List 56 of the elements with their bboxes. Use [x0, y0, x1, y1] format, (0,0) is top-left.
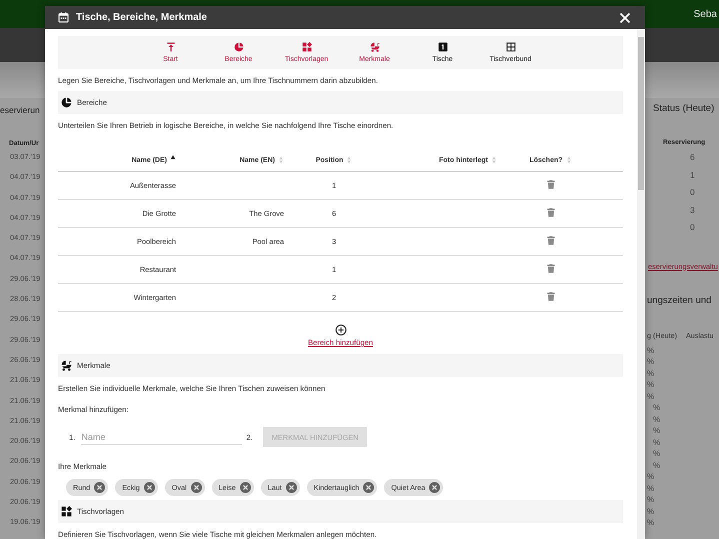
- panel-heading: eservierun: [0, 105, 40, 115]
- grid-icon: [506, 42, 516, 52]
- table-cell-text: %: [647, 495, 656, 506]
- table-cell-text: 3: [689, 204, 696, 216]
- trash-icon: [546, 235, 556, 246]
- table-cell-text: 0: [689, 222, 696, 234]
- trash-icon: [546, 207, 556, 218]
- delete-button[interactable]: [546, 291, 556, 302]
- table-cell-text: %: [652, 438, 662, 448]
- table-cell-text: %: [647, 518, 656, 529]
- table-cell-text: %: [647, 357, 656, 368]
- table-cell-text: %: [652, 449, 662, 460]
- table-cell-text: 0: [689, 187, 696, 199]
- trash-icon: [546, 291, 556, 302]
- remove-icon: [286, 482, 297, 493]
- stroller-icon: [370, 42, 380, 52]
- table-cell-text: %: [647, 380, 656, 391]
- table-cell-text: %: [652, 426, 662, 437]
- table-cell-text: %: [652, 414, 662, 426]
- calendar-icon: [58, 12, 69, 23]
- panel-heading: Status (Heute): [653, 103, 716, 114]
- delete-button[interactable]: [546, 179, 556, 190]
- table-cell-text: %: [647, 484, 656, 494]
- blocks-icon: [302, 42, 312, 52]
- remove-icon: [240, 482, 251, 493]
- remove-icon: [429, 482, 440, 493]
- table-cell-text: %: [647, 392, 656, 402]
- panel-heading: ungszeiten und: [647, 294, 712, 306]
- close-icon: [619, 12, 631, 24]
- user-name[interactable]: Seba: [694, 8, 719, 20]
- table-cell-text: %: [652, 403, 662, 414]
- table-cell-text: 6: [689, 152, 696, 164]
- scrollbar-thumb[interactable]: [638, 37, 644, 190]
- remove-icon: [144, 482, 155, 493]
- remove-icon: [94, 482, 106, 493]
- stroller-icon: [61, 360, 72, 371]
- delete-button[interactable]: [546, 207, 556, 218]
- remove-icon: [190, 482, 202, 493]
- table-cell-text: 1: [689, 170, 696, 182]
- blocks-icon: [61, 506, 72, 517]
- trash-icon: [546, 263, 556, 274]
- pie-chart-icon: [61, 97, 72, 108]
- delete-button[interactable]: [546, 235, 556, 246]
- remove-icon: [363, 482, 374, 493]
- trash-icon: [546, 179, 556, 190]
- pie-chart-icon: [234, 42, 244, 52]
- table-cell-text: %: [652, 460, 662, 472]
- table-cell-text: %: [647, 472, 656, 483]
- upload-icon: [166, 42, 176, 52]
- table-cell-text: %: [647, 346, 656, 356]
- add-icon: [334, 324, 346, 336]
- dialog-title: Tische, Bereiche, Merkmale: [76, 12, 208, 23]
- table-cell-text: %: [647, 368, 656, 380]
- number-one-icon: [438, 42, 448, 52]
- table-cell-text: %: [647, 506, 656, 518]
- delete-button[interactable]: [546, 263, 556, 274]
